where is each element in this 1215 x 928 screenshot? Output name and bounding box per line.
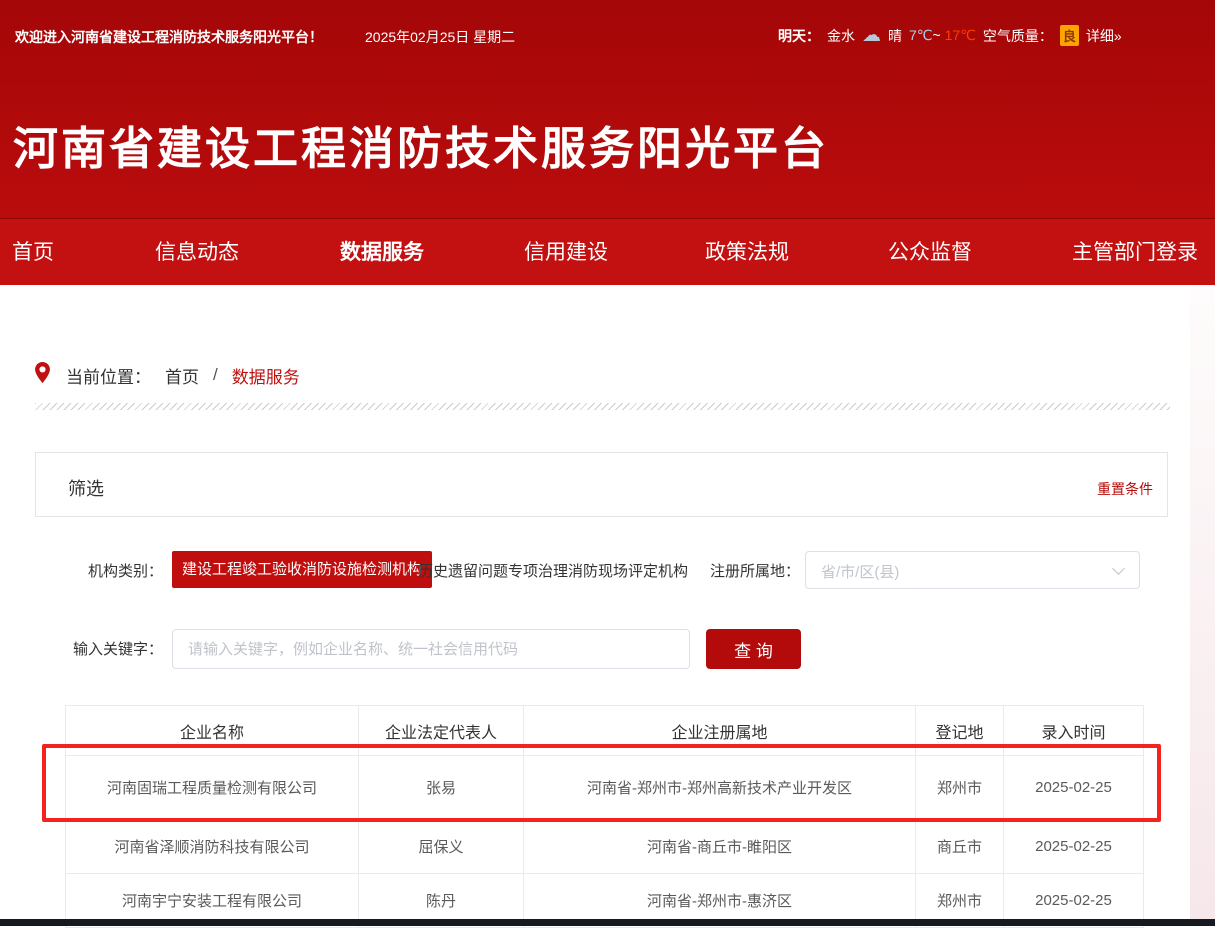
nav-item-home[interactable]: 首页 bbox=[12, 219, 54, 286]
region-select[interactable]: 省/市/区(县) bbox=[805, 551, 1140, 589]
cell-entry-date: 2025-02-25 bbox=[1004, 820, 1144, 874]
table-header-row: 企业名称 企业法定代表人 企业注册属地 登记地 录入时间 bbox=[66, 706, 1144, 756]
date-text: 2025年02月25日 星期二 bbox=[365, 27, 515, 47]
search-button[interactable]: 查 询 bbox=[706, 629, 801, 669]
page-title: 河南省建设工程消防技术服务阳光平台 bbox=[13, 112, 829, 177]
cell-reg-city: 郑州市 bbox=[916, 756, 1004, 820]
cell-company-name: 河南固瑞工程质量检测有限公司 bbox=[66, 756, 359, 820]
cell-legal-rep: 屈保义 bbox=[359, 820, 524, 874]
region-select-placeholder: 省/市/区(县) bbox=[821, 561, 899, 582]
nav-item-supervision[interactable]: 公众监督 bbox=[888, 219, 972, 286]
air-quality-badge: 良 bbox=[1060, 25, 1079, 46]
col-entry-date: 录入时间 bbox=[1004, 706, 1144, 756]
site-header: 欢迎进入河南省建设工程消防技术服务阳光平台！ 2025年02月25日 星期二 明… bbox=[0, 0, 1215, 218]
weather-condition: 晴 bbox=[888, 26, 902, 46]
cloud-icon: ☁ bbox=[862, 26, 881, 45]
nav-item-news[interactable]: 信息动态 bbox=[155, 219, 239, 286]
filter-header-box: 筛选 重置条件 bbox=[35, 452, 1168, 517]
cell-reg-city: 商丘市 bbox=[916, 820, 1004, 874]
welcome-text: 欢迎进入河南省建设工程消防技术服务阳光平台！ bbox=[15, 27, 323, 47]
col-reg-address: 企业注册属地 bbox=[524, 706, 916, 756]
col-reg-city: 登记地 bbox=[916, 706, 1004, 756]
weather-detail-link[interactable]: 详细» bbox=[1086, 26, 1122, 46]
filter-title: 筛选 bbox=[68, 475, 104, 501]
breadcrumb: 当前位置： 首页 / 数据服务 bbox=[35, 362, 300, 388]
col-legal-rep: 企业法定代表人 bbox=[359, 706, 524, 756]
table-row: 河南省泽顺消防科技有限公司 屈保义 河南省-商丘市-睢阳区 商丘市 2025-0… bbox=[66, 820, 1144, 874]
chevron-down-icon bbox=[1112, 562, 1125, 575]
keyword-input[interactable] bbox=[172, 629, 690, 669]
breadcrumb-label: 当前位置： bbox=[66, 363, 151, 388]
main-nav: 首页 信息动态 数据服务 信用建设 政策法规 公众监督 主管部门登录 bbox=[0, 218, 1215, 285]
cell-reg-address: 河南省-郑州市-郑州高新技术产业开发区 bbox=[524, 756, 916, 820]
breadcrumb-home-link[interactable]: 首页 bbox=[165, 363, 199, 388]
temperature-range: 7℃~ 17℃ bbox=[909, 27, 976, 44]
table-row: 河南固瑞工程质量检测有限公司 张易 河南省-郑州市-郑州高新技术产业开发区 郑州… bbox=[66, 756, 1144, 820]
temp-low: 7℃ bbox=[909, 27, 933, 43]
breadcrumb-separator: / bbox=[213, 365, 218, 385]
temp-tilde: ~ bbox=[933, 27, 941, 43]
top-bar: 欢迎进入河南省建设工程消防技术服务阳光平台！ 2025年02月25日 星期二 明… bbox=[0, 0, 1215, 60]
cell-legal-rep: 张易 bbox=[359, 756, 524, 820]
category-option-selected[interactable]: 建设工程竣工验收消防设施检测机构 bbox=[172, 551, 432, 588]
cell-reg-address: 河南省-商丘市-睢阳区 bbox=[524, 820, 916, 874]
cell-entry-date: 2025-02-25 bbox=[1004, 756, 1144, 820]
bottom-dark-bar bbox=[0, 919, 1215, 926]
cell-company-name: 河南省泽顺消防科技有限公司 bbox=[66, 820, 359, 874]
category-option-unselected[interactable]: 历史遗留问题专项治理消防现场评定机构 bbox=[418, 560, 688, 581]
category-label: 机构类别： bbox=[88, 560, 163, 581]
nav-item-data-service[interactable]: 数据服务 bbox=[340, 219, 424, 286]
hatch-divider bbox=[35, 403, 1170, 410]
col-company-name: 企业名称 bbox=[66, 706, 359, 756]
weather-district: 金水 bbox=[827, 26, 855, 46]
region-label: 注册所属地： bbox=[710, 560, 800, 581]
location-pin-icon bbox=[35, 362, 50, 388]
temp-high: 17℃ bbox=[945, 27, 976, 43]
weather-widget: 明天： 金水 ☁ 晴 7℃~ 17℃ 空气质量： 良 详细» bbox=[778, 25, 1122, 46]
reset-filters-link[interactable]: 重置条件 bbox=[1097, 479, 1153, 499]
tomorrow-label: 明天： bbox=[778, 26, 820, 46]
breadcrumb-current[interactable]: 数据服务 bbox=[232, 363, 300, 388]
companies-table: 企业名称 企业法定代表人 企业注册属地 登记地 录入时间 河南固瑞工程质量检测有… bbox=[65, 705, 1144, 928]
keyword-label: 输入关键字： bbox=[73, 638, 163, 659]
nav-item-admin-login[interactable]: 主管部门登录 bbox=[1072, 219, 1198, 286]
air-quality-label: 空气质量： bbox=[983, 26, 1053, 46]
nav-item-policy[interactable]: 政策法规 bbox=[705, 219, 789, 286]
page-edge-gradient bbox=[1190, 285, 1215, 919]
nav-item-credit[interactable]: 信用建设 bbox=[524, 219, 608, 286]
